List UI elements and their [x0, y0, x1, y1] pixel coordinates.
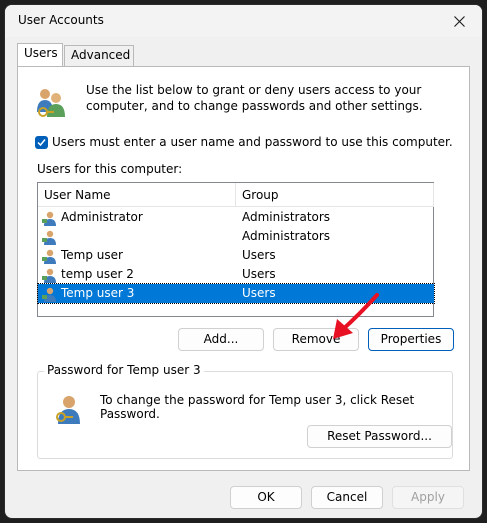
- apply-button[interactable]: Apply: [392, 486, 464, 509]
- list-header: User Name Group: [38, 183, 434, 207]
- user-icon: [42, 248, 58, 264]
- password-group-text: To change the password for Temp user 3, …: [100, 393, 415, 421]
- user-icon: [42, 210, 58, 226]
- user-icon: [42, 267, 58, 283]
- require-login-label: Users must enter a user name and passwor…: [52, 135, 453, 149]
- users-section-label: Users for this computer:: [37, 162, 183, 176]
- ok-button[interactable]: OK: [230, 486, 302, 509]
- require-login-checkbox[interactable]: [35, 135, 48, 149]
- password-group-title: Password for Temp user 3: [44, 363, 204, 377]
- table-row[interactable]: Administrator Administrators: [38, 208, 434, 227]
- properties-button[interactable]: Properties: [368, 328, 454, 351]
- close-icon: [453, 15, 465, 27]
- column-header-user-name[interactable]: User Name: [38, 183, 236, 207]
- user-name: Administrator: [61, 210, 143, 224]
- users-group-icon: [37, 89, 65, 117]
- user-accounts-dialog: User Accounts Users Advanced Use the lis…: [4, 4, 483, 519]
- window-title: User Accounts: [18, 13, 104, 27]
- user-key-icon: [56, 396, 80, 424]
- user-name-cell: Administrator: [42, 208, 143, 227]
- user-icon: [42, 286, 58, 302]
- table-row[interactable]: Temp user Users: [38, 246, 434, 265]
- title-bar: User Accounts: [5, 5, 482, 37]
- user-name-cell: temp user 2: [42, 265, 134, 284]
- table-row[interactable]: Temp user 3 Users: [37, 283, 435, 304]
- reset-password-button[interactable]: Reset Password...: [307, 425, 452, 448]
- user-name-cell: Temp user 3: [42, 284, 134, 303]
- user-name-cell: Temp user: [42, 246, 123, 265]
- remove-user-button[interactable]: Remove: [273, 328, 359, 351]
- user-name-cell: [42, 227, 61, 246]
- user-group: Users: [242, 267, 276, 281]
- user-group: Users: [242, 286, 276, 300]
- user-name: Temp user 3: [61, 286, 135, 300]
- user-icon: [42, 229, 58, 245]
- require-login-row[interactable]: Users must enter a user name and passwor…: [35, 135, 453, 149]
- check-icon: [37, 138, 46, 146]
- tab-advanced[interactable]: Advanced: [64, 45, 134, 66]
- user-group: Users: [242, 248, 276, 262]
- add-user-button[interactable]: Add...: [178, 328, 264, 351]
- table-row[interactable]: Administrators: [38, 227, 434, 246]
- users-tab-panel: Use the list below to grant or deny user…: [17, 66, 470, 471]
- user-name: Temp user: [61, 248, 123, 262]
- password-groupbox: Password for Temp user 3 To change the p…: [37, 363, 453, 459]
- user-group: Administrators: [242, 210, 331, 224]
- intro-text: Use the list below to grant or deny user…: [86, 83, 423, 113]
- users-list[interactable]: User Name Group Administrator Administrat…: [37, 182, 435, 317]
- user-name: temp user 2: [61, 267, 134, 281]
- close-button[interactable]: [436, 5, 482, 37]
- table-row[interactable]: temp user 2 Users: [38, 265, 434, 284]
- tab-users[interactable]: Users: [17, 43, 63, 66]
- column-header-group[interactable]: Group: [236, 183, 434, 207]
- user-group: Administrators: [242, 229, 331, 243]
- cancel-button[interactable]: Cancel: [311, 486, 383, 509]
